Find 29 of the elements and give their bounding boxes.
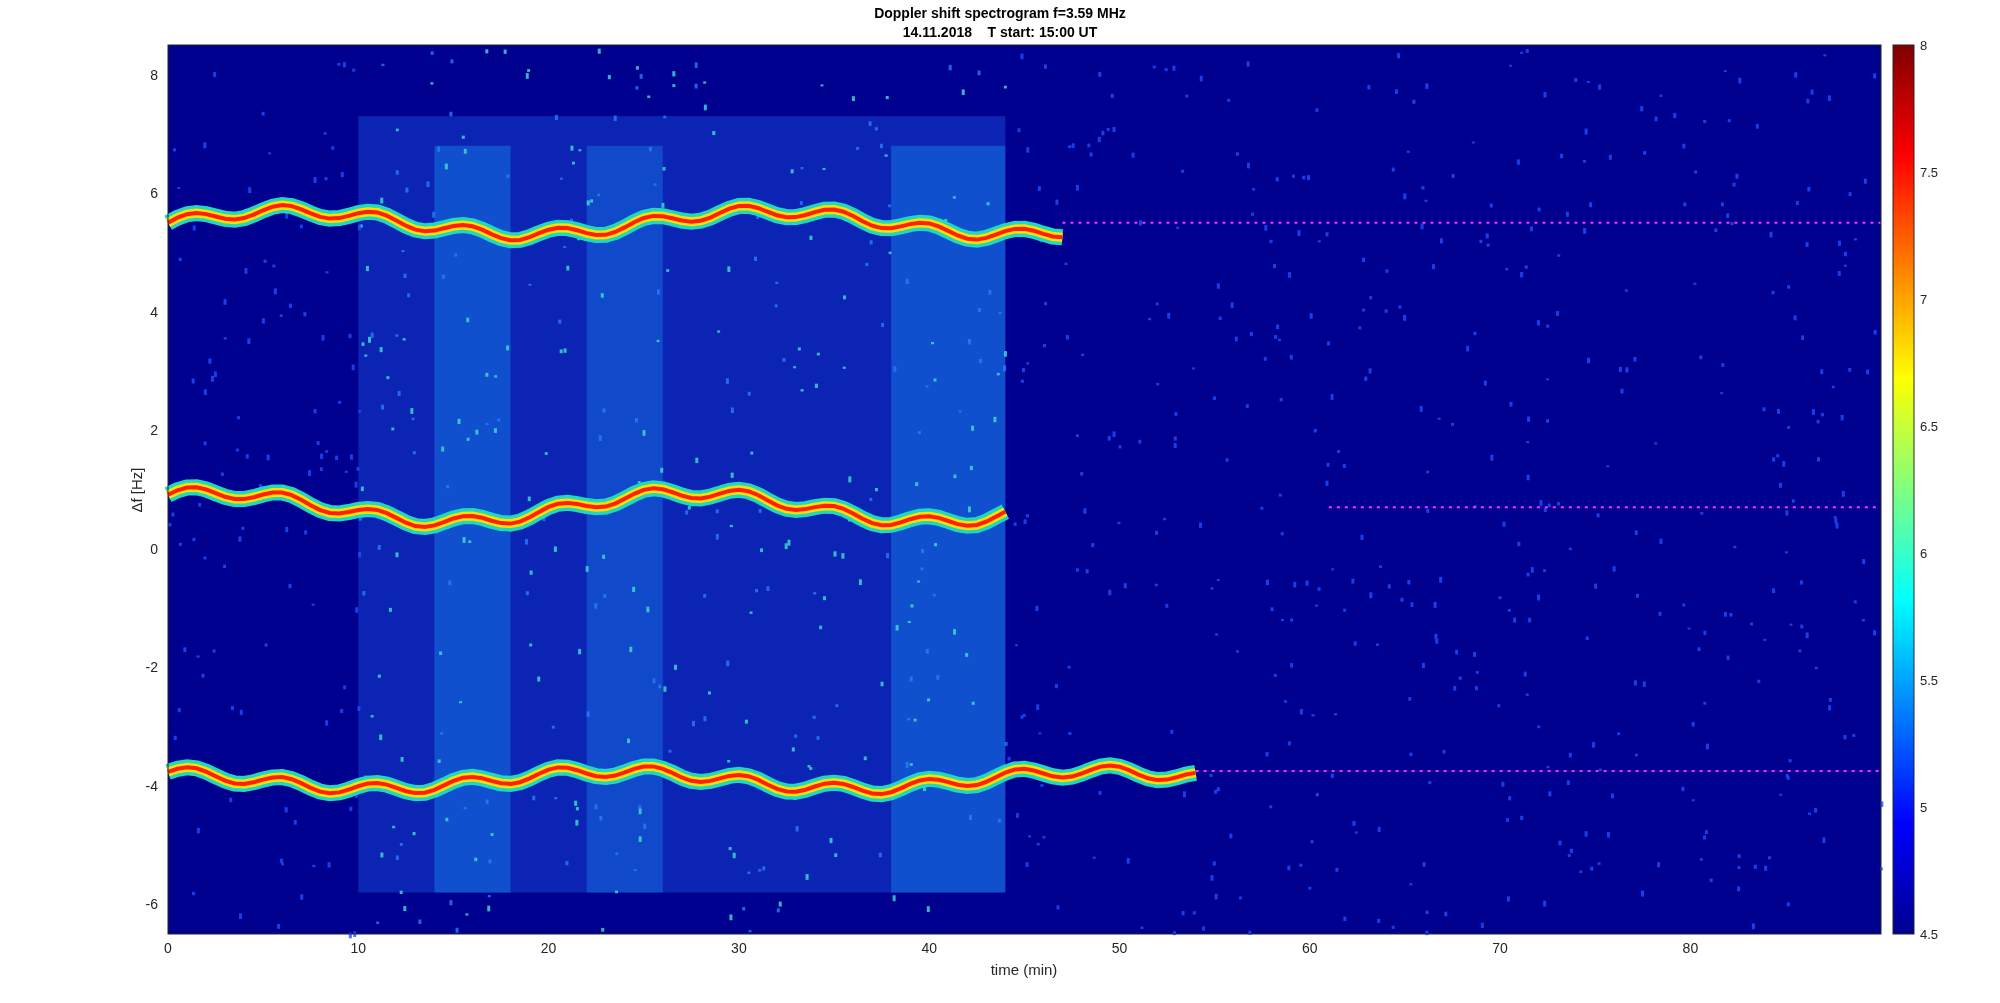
x-tick-label: 70 xyxy=(1492,940,1508,956)
colorbar-tick-label: 6.5 xyxy=(1920,419,1939,434)
colorbar-tick-label: 5 xyxy=(1920,800,1928,815)
x-tick-label: 20 xyxy=(540,940,557,956)
x-tick-label: 60 xyxy=(1302,940,1318,956)
y-tick-label: 8 xyxy=(150,66,158,83)
y-tick-label: -6 xyxy=(145,896,158,913)
x-tick-label: 80 xyxy=(1682,940,1699,956)
y-tick-label: 6 xyxy=(150,185,158,202)
y-tick-label: -2 xyxy=(145,659,158,676)
colorbar-tick-label: 7 xyxy=(1920,292,1928,307)
x-tick-label: 50 xyxy=(1111,940,1128,956)
colorbar-tick-label: 8 xyxy=(1920,38,1928,53)
x-tick-label: 0 xyxy=(164,940,172,956)
y-tick-label: 4 xyxy=(150,303,158,320)
colorbar-tick-label: 4.5 xyxy=(1920,927,1939,942)
x-tick-label: 30 xyxy=(731,940,747,956)
colorbar-tick-label: 5.5 xyxy=(1920,673,1939,688)
x-tick-label: 10 xyxy=(350,940,367,956)
chart-title: Doppler shift spectrogram f=3.59 MHz xyxy=(874,5,1126,21)
colorbar-tick-label: 6 xyxy=(1920,546,1928,561)
y-tick-label: 0 xyxy=(150,540,158,557)
y-tick-label: 2 xyxy=(150,422,158,439)
colorbar-tick-label: 7.5 xyxy=(1920,165,1939,180)
chart-subtitle: 14.11.2018 T start: 15:00 UT xyxy=(902,24,1098,40)
y-tick-label: -4 xyxy=(145,777,158,794)
x-tick-label: 40 xyxy=(921,940,937,956)
x-axis-label: time (min) xyxy=(990,961,1058,978)
y-axis-label: Δf [Hz] xyxy=(128,467,145,513)
